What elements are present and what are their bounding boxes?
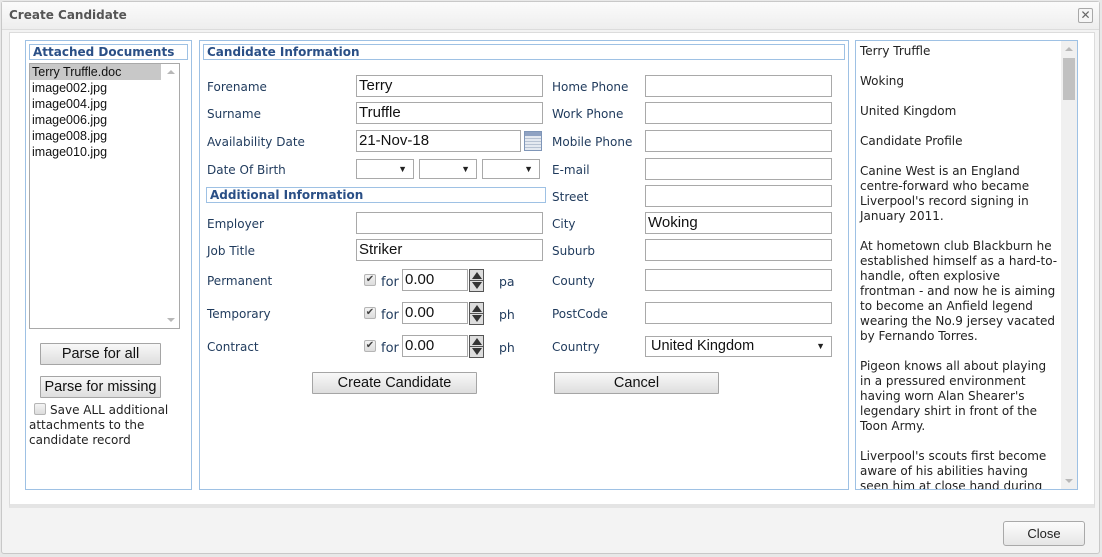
county-label: County	[552, 274, 595, 288]
dropdown-arrow-icon: ▼	[816, 341, 825, 351]
dob-year-select[interactable]: ▼	[482, 159, 540, 179]
contract-for-label: for	[381, 341, 399, 356]
street-input[interactable]	[645, 185, 832, 207]
suburb-label: Suburb	[552, 244, 595, 258]
employer-label: Employer	[207, 217, 264, 231]
dialog-title: Create Candidate	[9, 8, 127, 22]
city-input[interactable]: Woking	[645, 212, 832, 234]
mobile-phone-input[interactable]	[645, 130, 832, 152]
contract-checkbox[interactable]: ✔	[364, 340, 376, 352]
work-phone-input[interactable]	[645, 102, 832, 124]
country-value: United Kingdom	[651, 338, 755, 354]
home-phone-input[interactable]	[645, 75, 832, 97]
contract-label: Contract	[207, 340, 259, 354]
document-item[interactable]: image002.jpg	[30, 80, 161, 96]
date-of-birth-label: Date Of Birth	[207, 163, 286, 177]
work-phone-label: Work Phone	[552, 107, 624, 121]
scroll-up-arrow-icon[interactable]	[167, 70, 175, 74]
dob-day-select[interactable]: ▼	[356, 159, 414, 179]
dropdown-arrow-icon: ▼	[461, 164, 470, 174]
parse-for-missing-button[interactable]: Parse for missing	[40, 376, 161, 398]
attached-documents-list[interactable]: Terry Truffle.doc image002.jpg image004.…	[29, 63, 180, 329]
postcode-input[interactable]	[645, 302, 832, 324]
spin-up-icon[interactable]	[472, 338, 482, 345]
document-item[interactable]: Terry Truffle.doc	[30, 64, 161, 80]
dialog-content: Attached Documents Terry Truffle.doc ima…	[9, 32, 1095, 508]
employer-input[interactable]	[356, 212, 543, 234]
permanent-rate-input[interactable]: 0.00	[402, 269, 468, 291]
cv-text-panel[interactable]: Terry Truffle Woking United Kingdom Cand…	[855, 40, 1078, 490]
home-phone-label: Home Phone	[552, 80, 629, 94]
country-select[interactable]: United Kingdom ▼	[645, 336, 832, 357]
additional-information-legend: Additional Information	[206, 187, 546, 203]
job-title-label: Job Title	[207, 244, 256, 258]
temporary-label: Temporary	[207, 307, 271, 321]
document-item[interactable]: image008.jpg	[30, 128, 161, 144]
city-label: City	[552, 217, 576, 231]
cancel-button[interactable]: Cancel	[554, 372, 719, 394]
spin-up-icon[interactable]	[472, 305, 482, 312]
contract-rate-input[interactable]: 0.00	[402, 335, 468, 357]
attached-documents-panel: Attached Documents Terry Truffle.doc ima…	[25, 40, 192, 490]
forename-label: Forename	[207, 80, 267, 94]
surname-input[interactable]: Truffle	[356, 102, 543, 124]
permanent-for-label: for	[381, 275, 399, 290]
scroll-up-arrow-icon[interactable]	[1065, 47, 1073, 51]
permanent-checkbox[interactable]: ✔	[364, 274, 376, 286]
availability-date-input[interactable]: 21-Nov-18	[356, 130, 521, 152]
temporary-checkbox[interactable]: ✔	[364, 307, 376, 319]
dialog-titlebar: Create Candidate ✕	[2, 2, 1099, 30]
calendar-icon[interactable]	[524, 131, 542, 151]
create-candidate-button[interactable]: Create Candidate	[312, 372, 477, 394]
cv-text: Terry Truffle Woking United Kingdom Cand…	[860, 44, 1058, 490]
suburb-input[interactable]	[645, 239, 832, 261]
document-list-scrollbar[interactable]	[162, 64, 179, 328]
scroll-down-arrow-icon[interactable]	[1065, 479, 1073, 483]
dropdown-arrow-icon: ▼	[398, 164, 407, 174]
street-label: Street	[552, 190, 589, 204]
spin-down-icon[interactable]	[472, 282, 482, 289]
spin-down-icon[interactable]	[472, 315, 482, 322]
dropdown-arrow-icon: ▼	[524, 164, 533, 174]
mobile-phone-label: Mobile Phone	[552, 135, 633, 149]
temporary-for-label: for	[381, 308, 399, 323]
postcode-label: PostCode	[552, 307, 608, 321]
close-button[interactable]: Close	[1003, 521, 1085, 546]
job-title-input[interactable]: Striker	[356, 239, 543, 261]
availability-date-label: Availability Date	[207, 135, 305, 149]
document-item[interactable]: image004.jpg	[30, 96, 161, 112]
permanent-label: Permanent	[207, 274, 273, 288]
close-x-icon[interactable]: ✕	[1078, 8, 1093, 23]
county-input[interactable]	[645, 269, 832, 291]
permanent-unit: pa	[499, 274, 515, 289]
cv-text-scrollbar[interactable]	[1061, 41, 1077, 489]
contract-unit: ph	[499, 340, 515, 355]
document-item[interactable]: image010.jpg	[30, 144, 161, 160]
temporary-rate-spinner[interactable]	[469, 302, 484, 325]
surname-label: Surname	[207, 107, 261, 121]
temporary-rate-input[interactable]: 0.00	[402, 302, 468, 324]
document-item[interactable]: image006.jpg	[30, 112, 161, 128]
forename-input[interactable]: Terry	[356, 75, 543, 97]
scrollbar-thumb[interactable]	[1063, 58, 1075, 100]
dob-month-select[interactable]: ▼	[419, 159, 477, 179]
save-all-attachments-label: Save ALL additional attachments to the c…	[29, 403, 169, 447]
email-input[interactable]	[645, 158, 832, 180]
spin-down-icon[interactable]	[472, 348, 482, 355]
temporary-unit: ph	[499, 307, 515, 322]
contract-rate-spinner[interactable]	[469, 335, 484, 358]
spin-up-icon[interactable]	[472, 272, 482, 279]
scroll-down-arrow-icon[interactable]	[167, 318, 175, 322]
attached-documents-legend: Attached Documents	[29, 44, 188, 60]
country-label: Country	[552, 340, 600, 354]
email-label: E-mail	[552, 163, 590, 177]
permanent-rate-spinner[interactable]	[469, 269, 484, 292]
candidate-information-legend: Candidate Information	[203, 44, 845, 60]
candidate-information-panel: Candidate Information Forename Terry Sur…	[199, 40, 849, 490]
parse-for-all-button[interactable]: Parse for all	[40, 343, 161, 365]
create-candidate-dialog: Create Candidate ✕ Attached Documents Te…	[1, 1, 1100, 554]
